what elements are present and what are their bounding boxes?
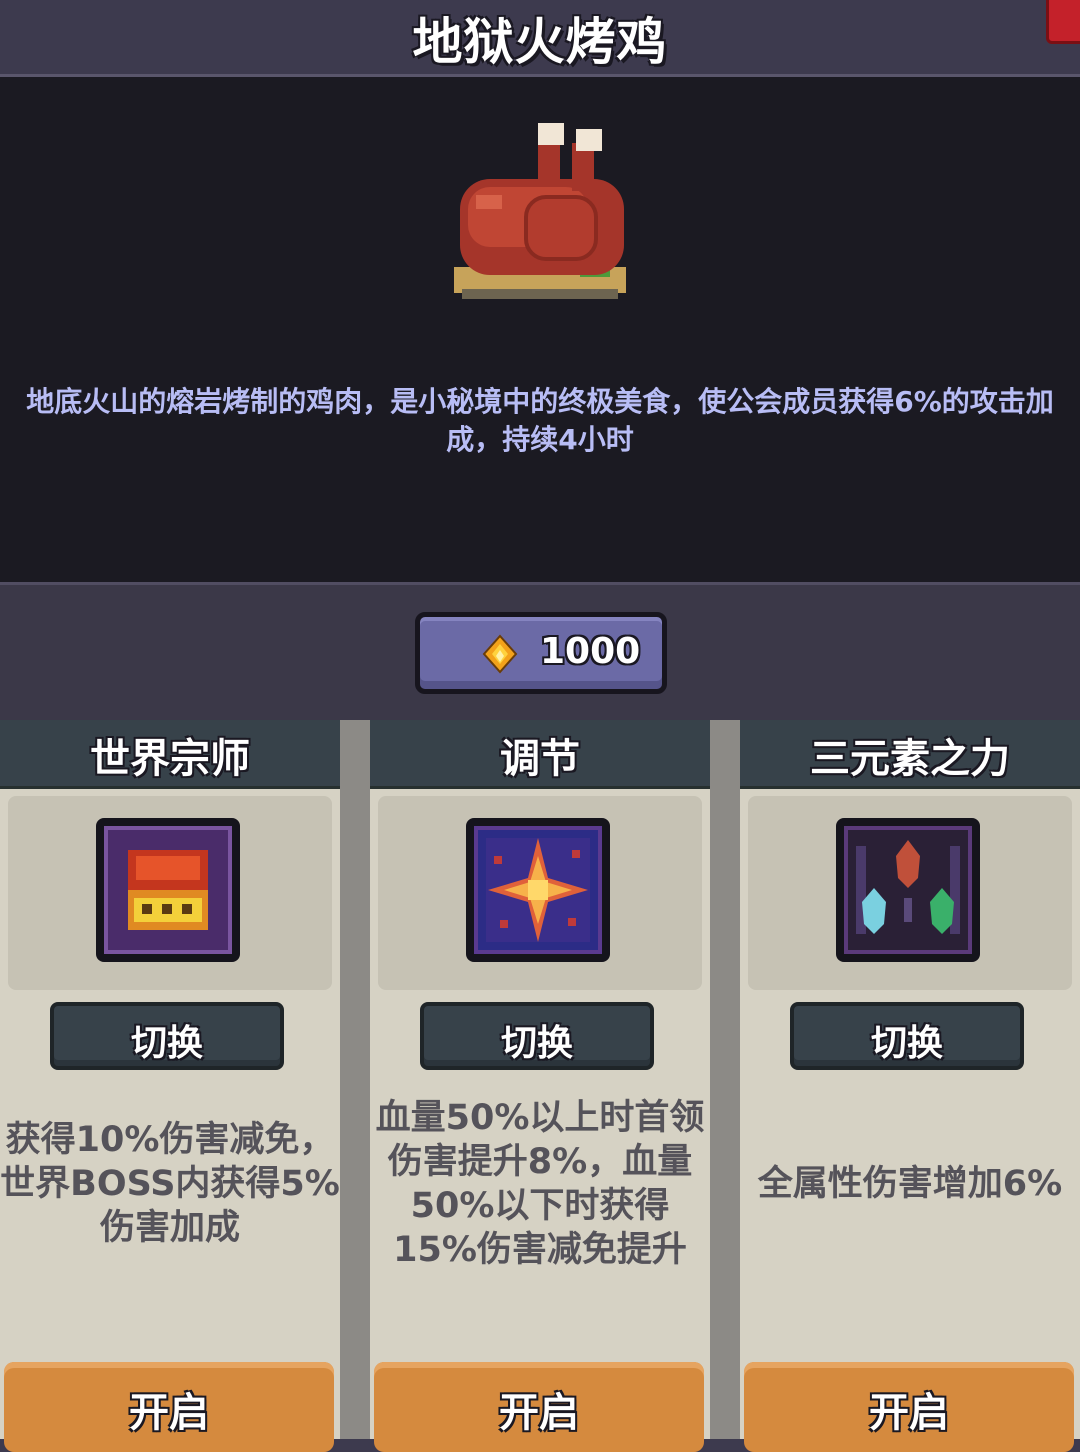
close-button-corner[interactable] [1046, 0, 1080, 44]
skill-card-header: 调节 [370, 720, 710, 789]
switch-label: 切换 [130, 1023, 203, 1064]
skill-card-header: 世界宗师 [0, 720, 340, 789]
flame-crystal-icon [482, 634, 518, 674]
cost-button[interactable]: 1000 [415, 612, 667, 694]
skill-title: 世界宗师 [90, 736, 250, 782]
three-elements-icon[interactable] [834, 816, 982, 964]
burst-star-icon[interactable] [464, 816, 612, 964]
skill-title: 调节 [500, 736, 580, 782]
skill-description: 获得10%伤害减免，世界BOSS内获得5%伤害加成 [0, 1120, 340, 1248]
header: 地狱火烤鸡 [0, 0, 1080, 77]
cost-band: 1000 [0, 585, 1080, 720]
skill-card-world-master: 世界宗师 切换 获得10%伤害减免，世界BOSS内获得5%伤害加成 开启 [0, 720, 340, 1452]
skill-card-header: 三元素之力 [740, 720, 1080, 789]
skill-description: 血量50%以上时首领伤害提升8%，血量50%以下时获得15%伤害减免提升 [375, 1098, 705, 1270]
switch-label: 切换 [500, 1023, 573, 1064]
skill-title: 三元素之力 [810, 736, 1010, 782]
enable-label: 开启 [499, 1390, 579, 1436]
switch-button[interactable]: 切换 [790, 1002, 1024, 1070]
skill-card-three-elements: 三元素之力 切换 全属性伤害增加6% 开启 [740, 720, 1080, 1452]
roast-chicken-icon [454, 123, 626, 299]
switch-button[interactable]: 切换 [420, 1002, 654, 1070]
cost-value: 1000 [540, 631, 641, 672]
enable-label: 开启 [129, 1390, 209, 1436]
switch-label: 切换 [870, 1023, 943, 1064]
switch-button[interactable]: 切换 [50, 1002, 284, 1070]
skill-description: 全属性伤害增加6% [757, 1164, 1063, 1204]
skill-grid: 世界宗师 切换 获得10%伤害减免，世界BOSS内获得5%伤害加成 开启 调节 [0, 720, 1080, 1452]
item-title: 地狱火烤鸡 [412, 13, 668, 71]
item-panel: 地底火山的熔岩烤制的鸡肉，是小秘境中的终极美食，使公会成员获得6%的攻击加成，持… [0, 77, 1080, 585]
enable-label: 开启 [869, 1390, 949, 1436]
skill-card-regulate: 调节 切换 血量50%以上时首领伤害提升8%，血量50%以下时获得15%伤害减免… [370, 720, 710, 1452]
item-description: 地底火山的熔岩烤制的鸡肉，是小秘境中的终极美食，使公会成员获得6%的攻击加成，持… [26, 385, 1054, 456]
crown-icon[interactable] [94, 816, 242, 964]
